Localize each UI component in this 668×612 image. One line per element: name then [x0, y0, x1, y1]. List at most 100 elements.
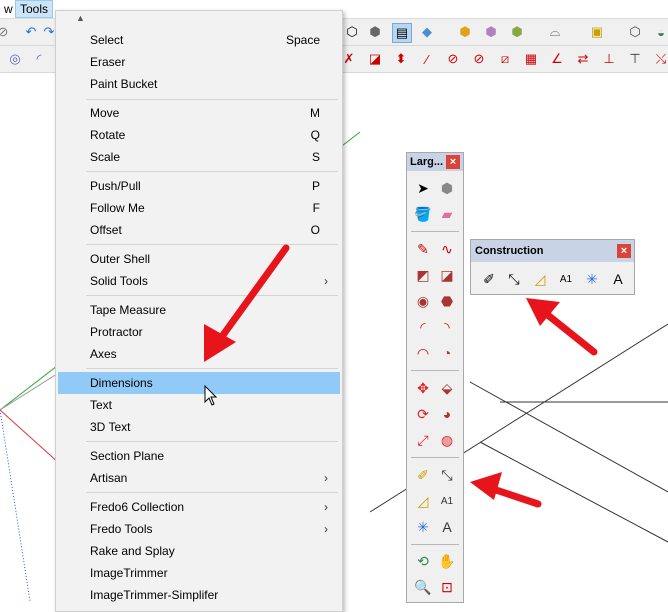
- menu-item-imagetrimmer[interactable]: ImageTrimmer: [58, 562, 340, 584]
- menu-item-3d-text[interactable]: 3D Text: [58, 416, 340, 438]
- menu-item-rake-and-splay[interactable]: Rake and Splay: [58, 540, 340, 562]
- zoom-icon[interactable]: 🔍: [413, 577, 433, 597]
- flip-icon[interactable]: ⇄: [574, 50, 592, 68]
- menu-item-follow-me[interactable]: Follow Me F: [58, 197, 340, 219]
- tape-measure-icon[interactable]: ✐: [413, 465, 433, 485]
- slash-circle-icon[interactable]: ⊘: [470, 50, 488, 68]
- close-icon[interactable]: ×: [446, 155, 460, 169]
- caret-icon[interactable]: ⊤: [626, 50, 644, 68]
- construction-toolbar: Construction × ✐ ⤡ ◿ A1 ✳ A: [470, 239, 635, 295]
- arc-tool-icon[interactable]: ◜: [413, 317, 433, 337]
- two-point-arc-icon[interactable]: ◝: [437, 317, 457, 337]
- tape-measure-icon[interactable]: ✐: [479, 269, 499, 289]
- menu-item-paint-bucket[interactable]: Paint Bucket: [58, 73, 340, 95]
- protractor-icon[interactable]: ◿: [530, 269, 550, 289]
- paint-bucket-icon[interactable]: 🪣: [413, 204, 433, 224]
- style-textured-icon[interactable]: ◆: [418, 23, 436, 41]
- style-shaded-icon[interactable]: ▤: [392, 23, 412, 43]
- menu-item-imagetrimmer-simplifer[interactable]: ImageTrimmer-Simplifer: [58, 584, 340, 606]
- pan-icon[interactable]: ✋: [437, 551, 457, 571]
- protractor-icon[interactable]: ◿: [413, 491, 433, 511]
- 3d-text-icon[interactable]: A: [437, 517, 457, 537]
- make-component-icon[interactable]: ⬢: [437, 178, 457, 198]
- menu-item-scale[interactable]: Scale S: [58, 146, 340, 168]
- eraser-icon[interactable]: ▰: [437, 204, 457, 224]
- menu-item-section-plane[interactable]: Section Plane: [58, 445, 340, 467]
- toolbar-separator: [411, 457, 459, 458]
- move-icon[interactable]: ✥: [413, 378, 433, 398]
- sandbox-icon[interactable]: ◒: [652, 23, 668, 41]
- 3d-text-icon[interactable]: A: [608, 269, 628, 289]
- menu-item-eraser[interactable]: Eraser: [58, 51, 340, 73]
- circle-slash-icon[interactable]: ⊘: [0, 23, 12, 41]
- rotate-icon[interactable]: ⟳: [413, 404, 433, 424]
- rect-icon[interactable]: ◪: [366, 50, 384, 68]
- toolbar-titlebar[interactable]: Construction ×: [471, 240, 634, 262]
- menu-item-push-pull[interactable]: Push/Pull P: [58, 175, 340, 197]
- scale-icon[interactable]: ⤢: [413, 430, 433, 450]
- circle-tool-icon[interactable]: ◉: [413, 291, 433, 311]
- toolbar-separator: [411, 231, 459, 232]
- freehand-icon[interactable]: ∿: [437, 239, 457, 259]
- toolbar-separator: [411, 544, 459, 545]
- menu-separator: [86, 368, 338, 369]
- rectangle-icon[interactable]: ◩: [413, 265, 433, 285]
- select-arrow-icon[interactable]: ➤: [413, 178, 433, 198]
- follow-me-icon[interactable]: ◕: [437, 404, 457, 424]
- menu-item-fredo6-collection[interactable]: Fredo6 Collection ›: [58, 496, 340, 518]
- menu-item-rotate[interactable]: Rotate Q: [58, 124, 340, 146]
- arc2-icon[interactable]: ◜: [30, 50, 48, 68]
- toolbar-title: Larg...: [410, 156, 444, 168]
- scene-icon[interactable]: ▣: [588, 23, 606, 41]
- offset-icon[interactable]: ◍: [437, 430, 457, 450]
- three-point-arc-icon[interactable]: ◠: [413, 343, 433, 363]
- pencil-icon[interactable]: ✎: [413, 239, 433, 259]
- angle-icon[interactable]: ∠: [548, 50, 566, 68]
- rotated-rectangle-icon[interactable]: ◪: [437, 265, 457, 285]
- square-slash-icon[interactable]: ⧄: [496, 50, 514, 68]
- push-icon[interactable]: ⬍: [392, 50, 410, 68]
- section-icon[interactable]: ⌓: [546, 23, 564, 41]
- toolbar-titlebar[interactable]: Larg... ×: [407, 153, 463, 171]
- view-iso-icon[interactable]: ⬢: [456, 23, 474, 41]
- orbit-icon[interactable]: ⟲: [413, 551, 433, 571]
- grid-icon[interactable]: ▦: [522, 50, 540, 68]
- annotation-arrow-3: [470, 472, 542, 508]
- red-axis: [0, 409, 61, 465]
- arc-icon[interactable]: ◎: [6, 50, 24, 68]
- circle-icon[interactable]: ⊘: [444, 50, 462, 68]
- annotation-arrow-2: [526, 298, 598, 356]
- menu-item-artisan[interactable]: Artisan ›: [58, 467, 340, 489]
- text-icon[interactable]: A1: [437, 491, 457, 511]
- dimension-icon[interactable]: ⤡: [504, 269, 524, 289]
- view-front-icon[interactable]: ⬢: [508, 23, 526, 41]
- menu-item-text[interactable]: Text: [58, 394, 340, 416]
- menu-item-dimensions[interactable]: Dimensions: [58, 372, 340, 394]
- view-top-icon[interactable]: ⬢: [482, 23, 500, 41]
- style-hidden-line-icon[interactable]: ⬢: [366, 23, 384, 41]
- push-pull-icon[interactable]: ⬙: [437, 378, 457, 398]
- polygon-icon[interactable]: ⬣: [437, 291, 457, 311]
- zoom-window-icon[interactable]: ⊡: [437, 577, 457, 597]
- scroll-up-icon[interactable]: ▲: [76, 13, 85, 23]
- close-icon[interactable]: ×: [617, 244, 631, 258]
- menu-tools[interactable]: Tools: [15, 0, 54, 18]
- text-icon[interactable]: A1: [556, 269, 576, 289]
- axes-tool-icon[interactable]: ✳: [413, 517, 433, 537]
- dimension-icon[interactable]: ⤡: [437, 465, 457, 485]
- menu-separator: [86, 492, 338, 493]
- undo-icon[interactable]: ↶: [22, 23, 40, 41]
- toolbar-separator: [411, 370, 459, 371]
- axes-tool-icon[interactable]: ✳: [582, 269, 602, 289]
- style-wireframe-icon[interactable]: ⬡: [343, 23, 361, 41]
- measure-icon[interactable]: ⊥: [600, 50, 618, 68]
- pie-icon[interactable]: ◔: [437, 343, 457, 363]
- menu-item-select[interactable]: Select Space: [58, 29, 340, 51]
- toolbar-title: Construction: [475, 245, 544, 257]
- solid-shell-icon[interactable]: ⬡: [626, 23, 644, 41]
- axes-icon[interactable]: ⤯: [652, 50, 668, 68]
- menu-item-fredo-tools[interactable]: Fredo Tools ›: [58, 518, 340, 540]
- line-icon[interactable]: ⁄: [418, 50, 436, 68]
- menu-separator: [86, 99, 338, 100]
- menu-item-move[interactable]: Move M: [58, 102, 340, 124]
